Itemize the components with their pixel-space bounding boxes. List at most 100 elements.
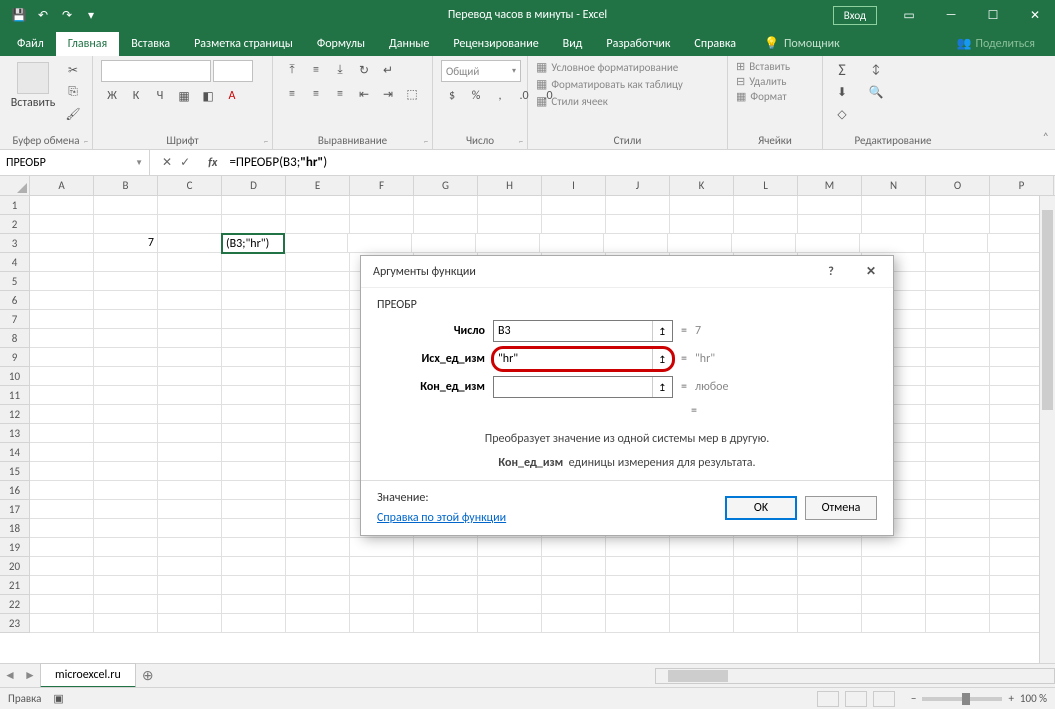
column-header[interactable]: M — [798, 176, 862, 195]
maximize-icon[interactable]: ☐ — [973, 0, 1013, 30]
formula-input[interactable]: =ПРЕОБР(B3;"hr") — [223, 155, 1055, 170]
cell[interactable] — [286, 538, 350, 557]
cell[interactable] — [926, 329, 990, 348]
macro-record-icon[interactable]: ▣ — [53, 692, 63, 705]
vscroll-thumb[interactable] — [1042, 210, 1053, 410]
cell[interactable] — [94, 519, 158, 538]
cell[interactable] — [222, 329, 286, 348]
cell[interactable] — [158, 595, 222, 614]
cell[interactable] — [350, 614, 414, 633]
horizontal-scrollbar[interactable] — [655, 668, 1055, 684]
cell[interactable] — [222, 405, 286, 424]
cell[interactable] — [158, 500, 222, 519]
cell[interactable] — [350, 538, 414, 557]
sheet-tab[interactable]: microexcel.ru — [40, 663, 136, 688]
cell[interactable] — [94, 272, 158, 291]
row-header[interactable]: 4 — [0, 253, 30, 272]
cell[interactable] — [926, 443, 990, 462]
cell[interactable] — [606, 595, 670, 614]
column-header[interactable]: I — [542, 176, 606, 195]
cell[interactable] — [286, 367, 350, 386]
cell[interactable] — [94, 576, 158, 595]
tab-home[interactable]: Главная — [56, 32, 119, 56]
column-header[interactable]: F — [350, 176, 414, 195]
cell[interactable] — [284, 234, 348, 253]
cell[interactable] — [926, 595, 990, 614]
column-header[interactable]: N — [862, 176, 926, 195]
cell[interactable] — [222, 215, 286, 234]
tab-insert[interactable]: Вставка — [119, 32, 182, 56]
align-bottom-icon[interactable]: ⤓ — [329, 60, 351, 80]
column-header[interactable]: C — [158, 176, 222, 195]
zoom-out-icon[interactable]: − — [911, 692, 916, 705]
cell[interactable] — [158, 519, 222, 538]
cell[interactable] — [30, 367, 94, 386]
select-all-button[interactable] — [0, 176, 30, 195]
cell[interactable] — [734, 614, 798, 633]
column-header[interactable]: D — [222, 176, 286, 195]
tab-help[interactable]: Справка — [682, 32, 748, 56]
cell[interactable] — [350, 557, 414, 576]
delete-cell-icon[interactable]: ⊟ — [736, 75, 745, 88]
cell[interactable] — [478, 576, 542, 595]
cell-styles-button[interactable]: Стили ячеек — [551, 95, 608, 108]
tab-data[interactable]: Данные — [377, 32, 441, 56]
cell[interactable] — [222, 291, 286, 310]
cell[interactable] — [94, 462, 158, 481]
format-cells-button[interactable]: Формат — [750, 90, 786, 103]
cell[interactable] — [926, 348, 990, 367]
cell[interactable] — [94, 481, 158, 500]
cell[interactable] — [926, 405, 990, 424]
italic-button[interactable]: К — [125, 86, 147, 106]
tab-review[interactable]: Рецензирование — [441, 32, 550, 56]
cell[interactable] — [798, 614, 862, 633]
cell[interactable] — [222, 443, 286, 462]
cell[interactable] — [286, 386, 350, 405]
cell[interactable] — [94, 367, 158, 386]
cell[interactable] — [94, 405, 158, 424]
name-box-dropdown-icon[interactable]: ▼ — [135, 158, 143, 168]
collapse-ribbon-icon[interactable]: ˄ — [1043, 131, 1049, 145]
row-header[interactable]: 9 — [0, 348, 30, 367]
save-icon[interactable]: 💾 — [8, 4, 30, 26]
enter-formula-icon[interactable]: ✓ — [180, 155, 190, 170]
cell[interactable] — [222, 348, 286, 367]
clipboard-launcher-icon[interactable]: ⌐ — [84, 137, 88, 147]
comma-icon[interactable]: , — [489, 86, 511, 106]
cell[interactable] — [30, 348, 94, 367]
column-header[interactable]: G — [414, 176, 478, 195]
cell[interactable] — [30, 462, 94, 481]
cell[interactable] — [796, 234, 860, 253]
merge-icon[interactable]: ⬚ — [401, 84, 423, 104]
hscroll-thumb[interactable] — [668, 670, 728, 682]
cell[interactable] — [286, 443, 350, 462]
cell[interactable] — [348, 234, 412, 253]
dialog-titlebar[interactable]: Аргументы функции ? ✕ — [361, 256, 893, 288]
cell[interactable] — [862, 538, 926, 557]
cell[interactable] — [30, 614, 94, 633]
dialog-close-icon[interactable]: ✕ — [861, 264, 881, 279]
cell[interactable] — [286, 462, 350, 481]
cell[interactable] — [926, 272, 990, 291]
ok-button[interactable]: OK — [725, 496, 797, 520]
cell[interactable] — [476, 234, 540, 253]
cell[interactable] — [94, 424, 158, 443]
tab-page-layout[interactable]: Разметка страницы — [182, 32, 305, 56]
align-top-icon[interactable]: ⤒ — [281, 60, 303, 80]
cell[interactable] — [862, 576, 926, 595]
align-left-icon[interactable]: ≡ — [281, 84, 303, 104]
cell[interactable] — [798, 576, 862, 595]
cell[interactable] — [286, 291, 350, 310]
cell[interactable] — [926, 253, 990, 272]
row-header[interactable]: 16 — [0, 481, 30, 500]
cell[interactable] — [414, 614, 478, 633]
row-header[interactable]: 1 — [0, 196, 30, 215]
cell[interactable] — [222, 595, 286, 614]
cell[interactable] — [286, 253, 350, 272]
cell[interactable] — [926, 576, 990, 595]
cell[interactable] — [478, 215, 542, 234]
cell[interactable] — [798, 196, 862, 215]
tab-formulas[interactable]: Формулы — [305, 32, 377, 56]
column-header[interactable]: L — [734, 176, 798, 195]
align-right-icon[interactable]: ≡ — [329, 84, 351, 104]
